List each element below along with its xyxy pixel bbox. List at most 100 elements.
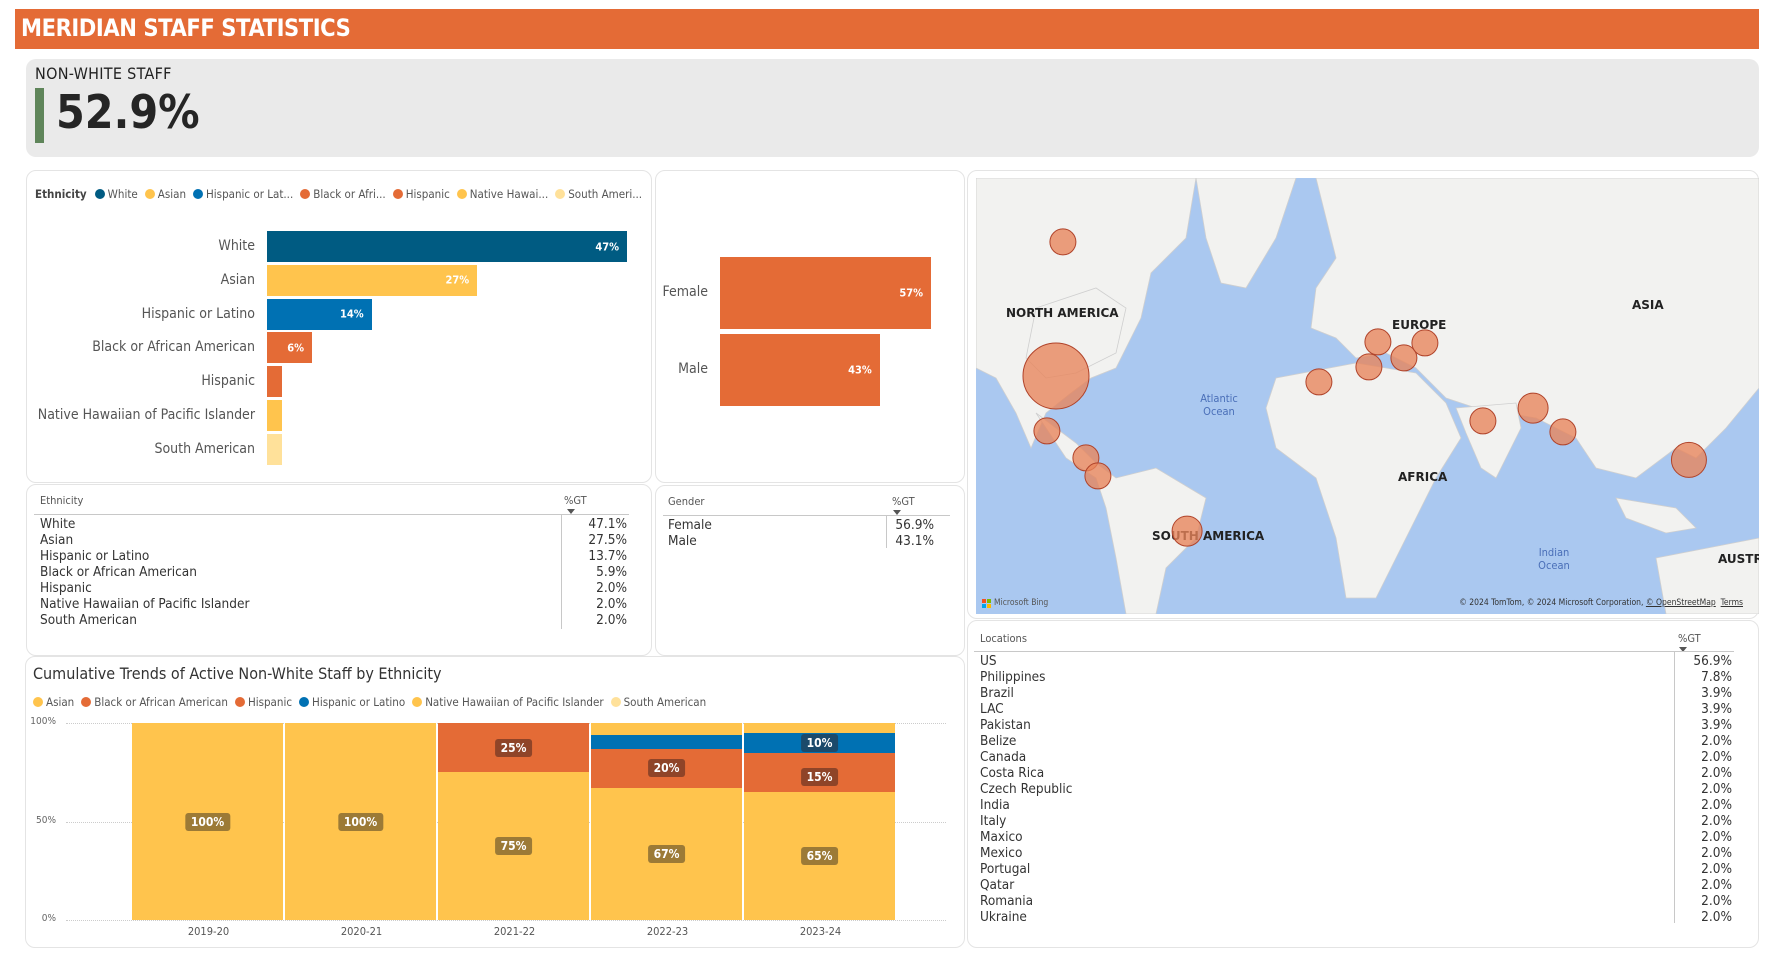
table-row-label[interactable]: Pakistan: [980, 717, 1031, 733]
stacked-bar-segment[interactable]: 10%: [744, 732, 895, 753]
gender-bar-chart[interactable]: Female 57% Male 43%: [655, 170, 965, 483]
bar-category-label: White: [218, 238, 255, 254]
gender-table[interactable]: Gender %GT Female 56.9% Male 43.1%: [655, 485, 965, 656]
legend-item[interactable]: Hispanic or Lat...: [193, 187, 293, 201]
pct-gt-column-header[interactable]: %GT: [892, 495, 915, 508]
stacked-bar-segment[interactable]: 100%: [285, 723, 436, 920]
ethnicity-table[interactable]: Ethnicity %GT White 47.1% Asian 27.5% Hispan…: [26, 484, 652, 656]
stacked-bar-segment[interactable]: 67%: [591, 788, 742, 920]
map-bubble-brazil[interactable]: [1171, 515, 1203, 547]
legend-item[interactable]: Native Hawaiian of Pacific Islander: [412, 695, 604, 709]
legend-dot-icon: [555, 189, 566, 199]
bar-category-label: Hispanic or Latino: [141, 305, 255, 322]
table-row-label[interactable]: Hispanic: [40, 580, 92, 596]
bar[interactable]: 27%: [267, 264, 478, 296]
table-row-label[interactable]: Costa Rica: [980, 765, 1044, 781]
map-bubble-us[interactable]: [1022, 342, 1090, 410]
bar[interactable]: 6%: [267, 332, 313, 364]
stacked-bar-segment[interactable]: 20%: [591, 748, 742, 788]
legend-item[interactable]: Native Hawai...: [456, 187, 548, 201]
map-provider-logo: Microsoft Bing: [982, 598, 1048, 608]
continent-label: ASIA: [1632, 298, 1664, 312]
stacked-bar-segment[interactable]: 15%: [744, 762, 895, 792]
locations-column-header[interactable]: Locations: [980, 632, 1027, 645]
locations-bubble-map[interactable]: NORTH AMERICA EUROPE ASIA AFRICA SOUTH A…: [976, 178, 1759, 614]
pct-gt-column-header[interactable]: %GT: [1678, 632, 1701, 645]
cumulative-trends-chart[interactable]: Cumulative Trends of Active Non-White St…: [25, 656, 965, 948]
legend-item[interactable]: Black or Afri...: [300, 187, 386, 201]
continent-label: SOUTH AMERICA: [1152, 529, 1265, 543]
ethnicity-column-header[interactable]: Ethnicity: [40, 494, 83, 507]
stacked-bar-segment[interactable]: [591, 723, 742, 735]
table-row-value: 13.7%: [588, 548, 627, 564]
table-row-label[interactable]: Ukraine: [980, 909, 1027, 925]
table-row-label[interactable]: LAC: [980, 701, 1004, 717]
stacked-bar-segment[interactable]: 25%: [438, 723, 589, 773]
table-row-label[interactable]: Female: [668, 517, 712, 533]
table-row-label[interactable]: Philippines: [980, 669, 1045, 685]
table-header-divider: [34, 514, 629, 515]
table-row-value: 3.9%: [1701, 717, 1732, 733]
kpi-card-non-white-staff[interactable]: NON-WHITE STAFF 52.9%: [26, 59, 1759, 157]
legend-item[interactable]: Hispanic: [392, 187, 450, 201]
table-row-label[interactable]: Qatar: [980, 877, 1014, 893]
map-bubble-philippines[interactable]: [1670, 441, 1708, 479]
table-row-label[interactable]: White: [40, 516, 75, 532]
bar[interactable]: [267, 366, 283, 398]
bar[interactable]: [267, 433, 283, 465]
legend-item[interactable]: Hispanic: [234, 695, 292, 709]
legend-label: Hispanic or Lat...: [206, 187, 294, 201]
table-row-label[interactable]: Black or African American: [40, 564, 197, 580]
bar[interactable]: 14%: [267, 298, 372, 330]
bar[interactable]: 47%: [267, 231, 627, 262]
table-row-label[interactable]: Romania: [980, 893, 1033, 909]
table-row-label[interactable]: US: [980, 653, 997, 669]
table-row-label[interactable]: Canada: [980, 749, 1026, 765]
table-row-label[interactable]: India: [980, 797, 1010, 813]
legend-item[interactable]: Black or African American: [81, 695, 228, 709]
map-bubble-pakistan[interactable]: [1517, 392, 1549, 424]
stacked-bar-segment[interactable]: 65%: [744, 791, 895, 920]
legend-label: South Ameri...: [568, 187, 643, 201]
openstreetmap-link[interactable]: © OpenStreetMap: [1646, 598, 1716, 608]
bar[interactable]: [267, 400, 283, 431]
table-row-label[interactable]: Asian: [40, 532, 73, 548]
table-row-label[interactable]: Male: [668, 533, 697, 549]
stacked-bar-segment[interactable]: [744, 752, 895, 763]
bar[interactable]: 57%: [720, 257, 931, 329]
bar-data-label: 67%: [647, 844, 686, 863]
legend-item[interactable]: White: [94, 187, 138, 201]
stacked-bar-segment[interactable]: 75%: [438, 772, 589, 920]
table-row-value: 56.9%: [895, 517, 934, 533]
ethnicity-bar-chart[interactable]: Ethnicity White Asian Hispanic or Lat... Bl…: [26, 170, 652, 483]
table-row-label[interactable]: Maxico: [980, 829, 1023, 845]
table-row-value: 27.5%: [588, 532, 627, 548]
stacked-bar-segment[interactable]: [591, 734, 742, 749]
table-row-label[interactable]: Belize: [980, 733, 1016, 749]
gender-column-header[interactable]: Gender: [668, 495, 704, 508]
table-row-value: 2.0%: [1701, 893, 1732, 909]
table-row-label[interactable]: Portugal: [980, 861, 1030, 877]
legend-item[interactable]: South American: [610, 695, 706, 709]
terms-link[interactable]: Terms: [1721, 598, 1743, 608]
table-row-label[interactable]: Hispanic or Latino: [40, 548, 149, 564]
legend-item[interactable]: Asian: [33, 695, 74, 709]
stacked-bar-segment[interactable]: 100%: [132, 723, 283, 920]
table-row-label[interactable]: Mexico: [980, 845, 1022, 861]
legend-item[interactable]: South Ameri...: [555, 187, 642, 201]
bar-data-label: 25%: [494, 738, 533, 757]
table-row-label[interactable]: Native Hawaiian of Pacific Islander: [40, 596, 249, 612]
legend-item[interactable]: Hispanic or Latino: [299, 695, 405, 709]
table-row-label[interactable]: South American: [40, 612, 137, 628]
table-row-value: 2.0%: [1701, 813, 1732, 829]
table-row-label[interactable]: Czech Republic: [980, 781, 1072, 797]
bar[interactable]: 43%: [720, 334, 880, 406]
table-row-label[interactable]: Brazil: [980, 685, 1014, 701]
bar-category-label: South American: [154, 440, 255, 457]
table-row-label[interactable]: Italy: [980, 813, 1006, 829]
pct-gt-column-header[interactable]: %GT: [564, 494, 587, 507]
stacked-bar-segment[interactable]: [744, 723, 895, 733]
locations-table[interactable]: Locations %GT US 56.9% Philippines 7.8% Braz…: [967, 620, 1759, 948]
legend-item[interactable]: Asian: [144, 187, 186, 201]
column-divider: [886, 515, 887, 548]
